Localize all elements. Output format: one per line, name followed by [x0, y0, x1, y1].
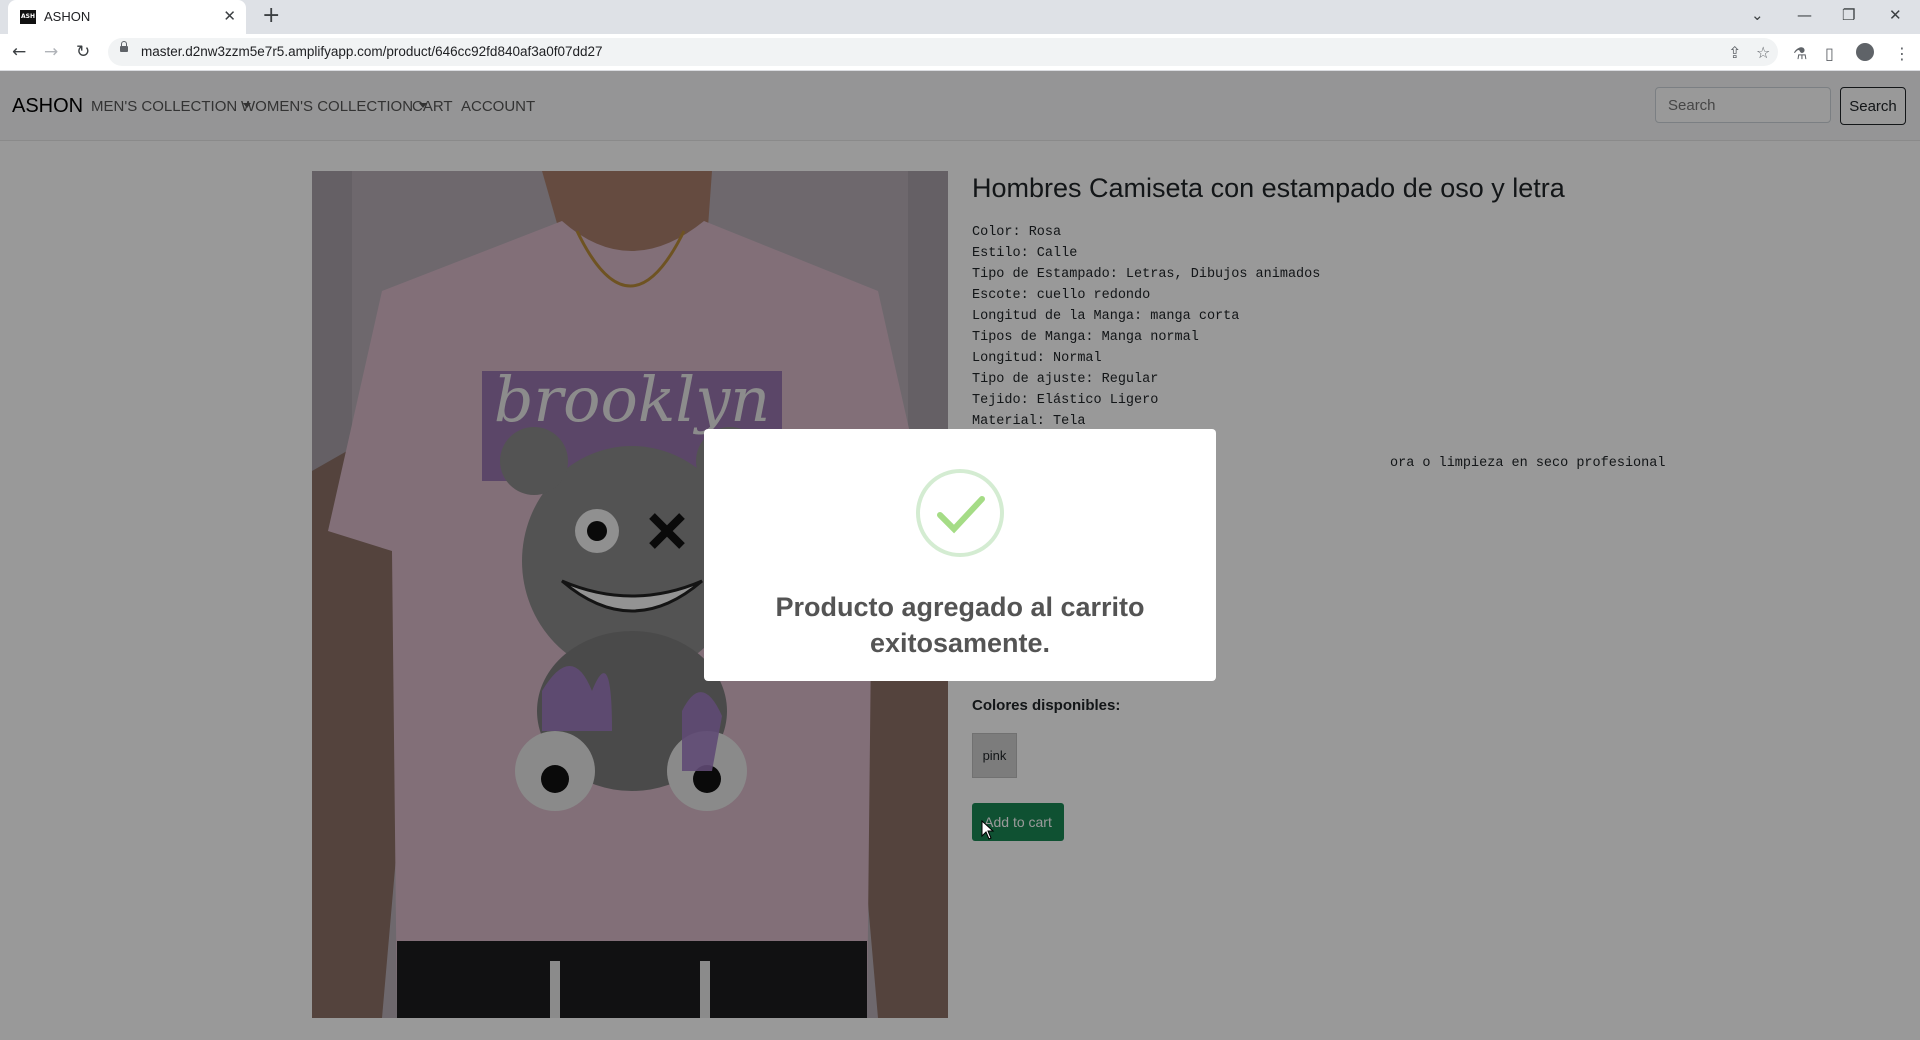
site-favicon-icon: ASH [20, 10, 36, 24]
forward-icon[interactable]: → [44, 42, 58, 62]
restore-window-icon[interactable]: ❐ [1842, 6, 1855, 24]
modal-backdrop[interactable]: Producto agregado al carrito exitosament… [0, 71, 1920, 1040]
profile-avatar-icon[interactable] [1856, 43, 1874, 61]
browser-toolbar: ← → ↻ master.d2nw3zzm5e7r5.amplifyapp.co… [0, 34, 1920, 71]
success-modal: Producto agregado al carrito exitosament… [704, 429, 1216, 681]
close-window-icon[interactable]: ✕ [1889, 6, 1902, 24]
tab-title: ASHON [44, 9, 91, 24]
browser-tab-strip: ASH ASHON ✕ + ⌄ — ❐ ✕ [0, 0, 1920, 34]
close-tab-icon[interactable]: ✕ [223, 8, 236, 24]
new-tab-button[interactable]: + [262, 5, 280, 27]
success-check-icon [916, 469, 1004, 557]
extension-flask-icon[interactable]: ⚗ [1793, 44, 1807, 63]
address-bar[interactable]: master.d2nw3zzm5e7r5.amplifyapp.com/prod… [108, 38, 1778, 66]
side-panel-icon[interactable]: ▯ [1825, 44, 1834, 63]
mouse-cursor-icon [981, 820, 995, 840]
share-icon[interactable]: ⇪ [1728, 43, 1741, 62]
reload-icon[interactable]: ↻ [76, 42, 90, 62]
lock-icon[interactable] [120, 41, 128, 52]
more-menu-icon[interactable]: ⋮ [1894, 44, 1910, 63]
url-text: master.d2nw3zzm5e7r5.amplifyapp.com/prod… [141, 44, 603, 59]
back-icon[interactable]: ← [12, 42, 26, 62]
browser-tab[interactable]: ASH ASHON ✕ [8, 0, 246, 34]
modal-message: Producto agregado al carrito exitosament… [775, 592, 1145, 658]
minimize-window-icon[interactable]: — [1797, 6, 1812, 24]
tab-search-icon[interactable]: ⌄ [1751, 6, 1764, 24]
bookmark-star-icon[interactable]: ☆ [1756, 43, 1770, 62]
